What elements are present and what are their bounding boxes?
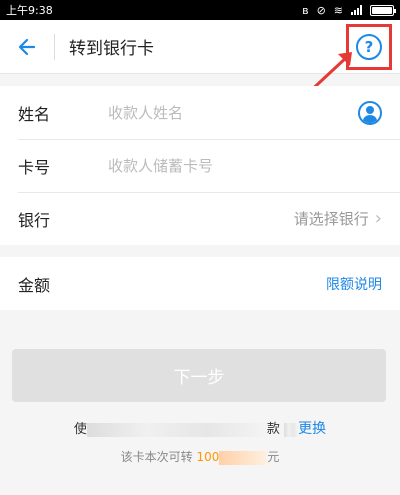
bank-select[interactable]: 请选择银行 (294, 208, 369, 229)
payment-card-hint: 使 款 更换 (0, 418, 400, 438)
amount-section: 金额 限额说明 (0, 257, 400, 310)
status-time: 上午9:38 (6, 4, 53, 17)
contact-icon[interactable] (358, 100, 382, 125)
battery-icon (370, 4, 396, 16)
wifi-icon: ≋ (333, 3, 343, 17)
mute-icon: ⊘ (316, 3, 326, 17)
next-button[interactable]: 下一步 (12, 349, 386, 402)
limit-prefix-text: 该卡本次可转 (120, 450, 193, 464)
redacted-amount (219, 450, 268, 465)
status-icons: ʙ ⊘ ≋ (302, 3, 396, 17)
transfer-limit-hint: 该卡本次可转 100 元 (0, 448, 400, 465)
bluetooth-icon: ʙ (302, 3, 309, 17)
name-label: 姓名 (18, 104, 51, 124)
use-prefix-text: 使 (73, 422, 87, 437)
name-row[interactable]: 姓名 收款人姓名 (0, 86, 400, 139)
amount-label: 金额 (18, 275, 51, 295)
redacted-mark (284, 422, 299, 437)
signal-icon (351, 5, 362, 15)
help-icon: ? (364, 38, 374, 56)
chevron-right-icon: › (374, 208, 382, 229)
amount-row[interactable]: 金额 限额说明 (0, 257, 400, 310)
page-title: 转到银行卡 (69, 39, 154, 59)
card-number-input[interactable]: 收款人储蓄卡号 (108, 155, 382, 176)
bank-row[interactable]: 银行 请选择银行 › (0, 192, 400, 245)
card-label: 卡号 (18, 157, 51, 177)
back-arrow-icon (18, 38, 36, 55)
name-input[interactable]: 收款人姓名 (108, 102, 358, 123)
recipient-section: 姓名 收款人姓名 卡号 收款人储蓄卡号 银行 请选择银行 › (0, 86, 400, 245)
limit-info-link[interactable]: 限额说明 (326, 274, 382, 294)
status-bar: 上午9:38 ʙ ⊘ ≋ (0, 0, 400, 20)
limit-amount: 100 (196, 450, 220, 464)
redacted-card-info (86, 422, 267, 437)
use-suffix-text: 款 (266, 422, 280, 437)
card-row[interactable]: 卡号 收款人储蓄卡号 (0, 139, 400, 192)
back-button[interactable] (0, 20, 54, 74)
nav-divider (54, 33, 55, 60)
bank-label: 银行 (18, 210, 51, 230)
limit-unit: 元 (267, 450, 280, 464)
switch-card-link[interactable]: 更换 (298, 421, 326, 437)
